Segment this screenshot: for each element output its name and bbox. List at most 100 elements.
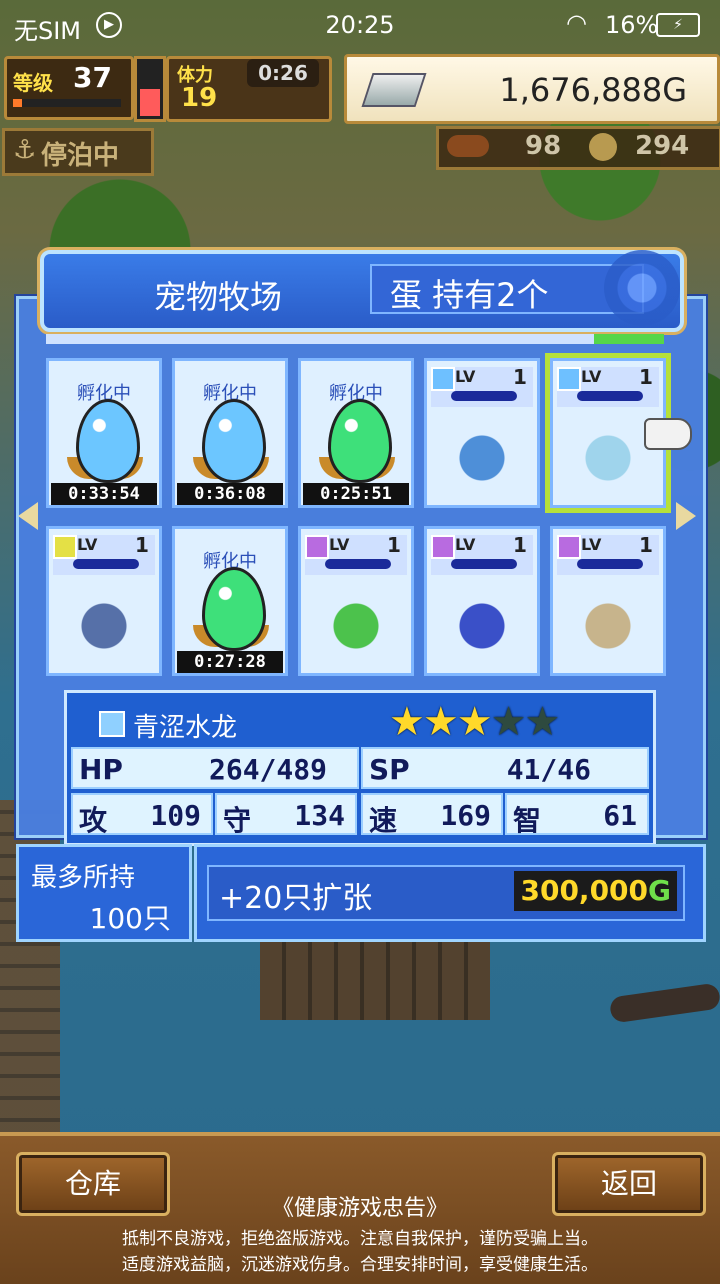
egg-slot[interactable]: 孵化中 0:36:08 xyxy=(172,358,288,508)
pet-name: 青涩水龙 xyxy=(133,713,238,743)
hatch-timer: 0:25:51 xyxy=(303,483,409,505)
level-value: 37 xyxy=(73,61,112,94)
stat-def: 守 134 xyxy=(215,793,357,837)
resource1-value: 98 xyxy=(525,131,562,161)
stamina-display: 体力 19 0:26 xyxy=(166,56,332,122)
anchor-icon: ⚓ xyxy=(13,135,37,165)
pet-level: 1 xyxy=(387,533,401,557)
stat-def-label: 守 xyxy=(223,804,252,837)
resource2-value: 294 xyxy=(635,131,690,161)
page-left-arrow[interactable] xyxy=(18,502,38,530)
battery-percent: 16% xyxy=(605,11,659,39)
egg-count-box: 蛋 持有2个 xyxy=(370,264,644,314)
pet-name-bar xyxy=(451,559,517,569)
pet-slot[interactable]: LV 1 xyxy=(298,526,414,676)
dock-status-badge[interactable]: ⚓ 停泊中 xyxy=(2,128,154,176)
stat-int-value: 61 xyxy=(603,799,637,832)
pet-info-panel: 青涩水龙 ★★★★★ HP 264/489 SP 41/46 攻 109 守 1… xyxy=(64,690,656,846)
exp-bar xyxy=(13,99,121,107)
stamina-gauge xyxy=(134,56,166,122)
silver-bar-icon xyxy=(361,73,427,107)
page-right-arrow[interactable] xyxy=(676,502,696,530)
egg-icon xyxy=(202,567,266,651)
hatch-timer: 0:27:28 xyxy=(177,651,283,673)
stat-int: 智 61 xyxy=(505,793,649,837)
level-label: LV xyxy=(455,367,476,386)
pet-name-bar xyxy=(577,559,643,569)
floating-touch-button[interactable] xyxy=(604,250,680,326)
stat-spd-label: 速 xyxy=(369,804,398,837)
scroll-indicator-fill xyxy=(594,334,664,344)
pet-slot[interactable]: LV 1 xyxy=(424,526,540,676)
egg-icon xyxy=(202,399,266,483)
exp-bar-fill xyxy=(13,99,22,107)
element-icon xyxy=(431,535,455,559)
element-icon xyxy=(305,535,329,559)
pet-level: 1 xyxy=(513,365,527,389)
egg-icon xyxy=(76,399,140,483)
egg-icon xyxy=(328,399,392,483)
gold-display: 1,676,888G xyxy=(344,54,720,124)
panel-title: 宠物牧场 xyxy=(154,278,283,316)
stat-atk-value: 109 xyxy=(150,799,201,832)
egg-slot[interactable]: 孵化中 0:27:28 xyxy=(172,526,288,676)
egg-slot[interactable]: 孵化中 0:25:51 xyxy=(298,358,414,508)
wizard-icon xyxy=(449,593,515,653)
gold-unit: G xyxy=(648,874,671,907)
pet-name-bar xyxy=(577,391,643,401)
stat-hp-label: HP xyxy=(79,753,123,786)
stat-atk: 攻 109 xyxy=(71,793,213,837)
pet-name-bar xyxy=(325,559,391,569)
health-notice-line1: 抵制不良游戏，拒绝盗版游戏。注意自我保护，谨防受骗上当。 xyxy=(122,1229,598,1249)
star-icon: ★ xyxy=(490,699,527,745)
expand-price: 300,000G xyxy=(514,871,677,911)
scroll-indicator xyxy=(46,334,664,344)
food-icon xyxy=(447,135,489,157)
gold-value: 1,676,888G xyxy=(499,71,687,109)
pet-slot[interactable]: LV 1 xyxy=(424,358,540,508)
star-icon: ★ xyxy=(422,699,459,745)
water-element-icon xyxy=(99,711,125,737)
panel-header: 宠物牧场 蛋 持有2个 xyxy=(40,250,684,332)
level-label: LV xyxy=(455,535,476,554)
star-icon: ★ xyxy=(456,699,493,745)
pet-name-bar xyxy=(73,559,139,569)
stat-sp: SP 41/46 xyxy=(361,747,649,789)
hatch-timer: 0:33:54 xyxy=(51,483,157,505)
pet-level: 1 xyxy=(639,533,653,557)
expand-button[interactable]: +20只扩张 300,000G xyxy=(207,865,685,921)
egg-count-text: 蛋 持有2个 xyxy=(390,276,549,314)
level-label: LV xyxy=(77,535,98,554)
shark-icon xyxy=(449,425,515,485)
pet-slot[interactable]: LV 1 xyxy=(46,526,162,676)
mummy-icon xyxy=(575,593,641,653)
stamina-timer: 0:26 xyxy=(247,59,319,87)
level-label: 等级 xyxy=(13,71,53,95)
pet-level: 1 xyxy=(639,365,653,389)
pet-level: 1 xyxy=(513,533,527,557)
hatch-timer: 0:36:08 xyxy=(177,483,283,505)
expand-price-value: 300,000 xyxy=(520,874,649,907)
level-label: LV xyxy=(581,367,602,386)
pet-slot[interactable]: LV 1 xyxy=(550,526,666,676)
stat-sp-label: SP xyxy=(369,753,410,786)
goblin-icon xyxy=(323,593,389,653)
ship-deck xyxy=(260,930,490,1020)
resource-display: 98 294 xyxy=(436,126,720,170)
rarity-stars: ★★★★★ xyxy=(389,699,560,745)
level-display: 等级 37 xyxy=(4,56,134,120)
health-notice-title: 《健康游戏忠告》 xyxy=(271,1196,448,1221)
battery-icon: ⚡ xyxy=(656,13,700,37)
health-notice-line2: 适度游戏益脑，沉迷游戏伤身。合理安排时间，享受健康生活。 xyxy=(122,1255,598,1275)
stat-spd: 速 169 xyxy=(361,793,503,837)
dock-status-text: 停泊中 xyxy=(41,141,120,171)
max-capacity-label: 最多所持 xyxy=(31,863,136,893)
expand-box: +20只扩张 300,000G xyxy=(194,844,706,942)
wifi-icon: ◠ xyxy=(566,9,587,37)
expand-label: +20只扩张 xyxy=(219,881,373,916)
level-label: LV xyxy=(581,535,602,554)
status-bar: 无SIM ▶ 20:25 ◠ 16% ⚡ xyxy=(0,0,720,50)
egg-slot[interactable]: 孵化中 0:33:54 xyxy=(46,358,162,508)
pet-name-bar xyxy=(451,391,517,401)
element-icon xyxy=(557,535,581,559)
